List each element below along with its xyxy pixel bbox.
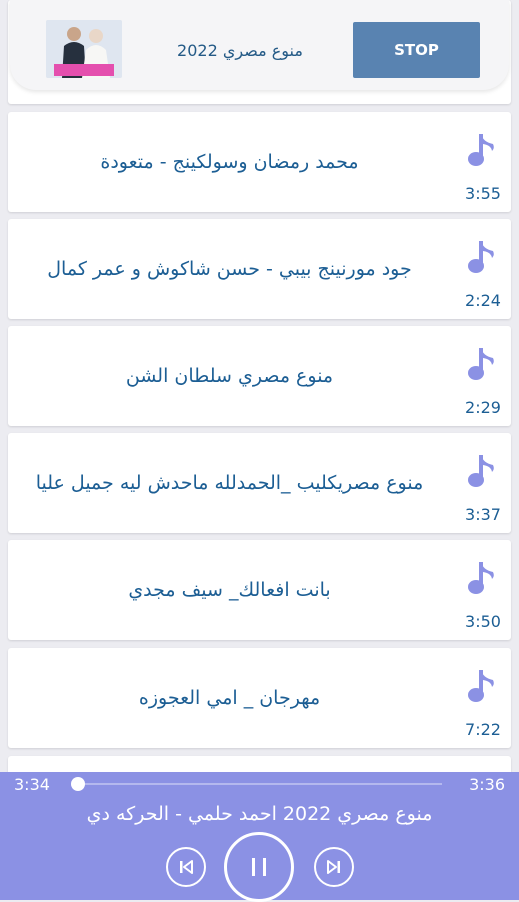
album-thumbnail[interactable]	[46, 20, 122, 78]
skip-next-icon	[327, 860, 340, 874]
music-note-icon	[468, 670, 494, 702]
player-panel: 3:34 3:36 منوع مصري 2022 احمد حلمي - الح…	[0, 772, 519, 902]
now-playing-header: منوع مصري 2022 STOP	[10, 0, 509, 90]
track-list: محمد رمضان وسولكينج - متعودة 3:55 جود مو…	[0, 0, 519, 772]
music-note-icon	[468, 241, 494, 273]
next-button[interactable]	[314, 847, 354, 887]
track-duration: 2:29	[465, 398, 501, 417]
track-title: محمد رمضان وسولكينج - متعودة	[100, 151, 359, 173]
track-card[interactable]: بانت افعالك_ سيف مجدي 3:50	[8, 540, 511, 640]
music-note-icon	[468, 562, 494, 594]
music-note-icon	[468, 455, 494, 487]
track-card[interactable]: محمد رمضان وسولكينج - متعودة 3:55	[8, 112, 511, 212]
track-title: منوع مصري سلطان الشن	[125, 365, 334, 387]
track-card[interactable]: مهرجان _ امي العجوزه 7:22	[8, 648, 511, 748]
music-note-icon	[468, 134, 494, 166]
track-duration: 2:24	[465, 291, 501, 310]
seek-bar-thumb[interactable]	[71, 777, 85, 791]
total-time: 3:36	[469, 775, 505, 794]
track-duration: 7:22	[465, 720, 501, 739]
seek-bar[interactable]	[71, 777, 442, 791]
track-card[interactable]: منوع مصري سلطان الشن 2:29	[8, 326, 511, 426]
track-title: جود مورنينج بيبي - حسن شاكوش و عمر كمال	[47, 258, 412, 280]
track-title: بانت افعالك_ سيف مجدي	[128, 579, 331, 601]
previous-button[interactable]	[166, 847, 206, 887]
skip-previous-icon	[180, 860, 193, 874]
track-title: مهرجان _ امي العجوزه	[138, 687, 321, 709]
track-card[interactable]: منوع مصريكليب _الحمدلله ماحدش ليه جميل ع…	[8, 433, 511, 533]
stop-button[interactable]: STOP	[353, 22, 480, 78]
track-title: منوع مصريكليب _الحمدلله ماحدش ليه جميل ع…	[35, 472, 424, 494]
now-playing-title: منوع مصري 2022 احمد حلمي - الحركه دي	[86, 803, 433, 825]
track-duration: 3:55	[465, 184, 501, 203]
pause-button[interactable]	[224, 832, 294, 902]
current-time: 3:34	[14, 775, 50, 794]
now-playing-bar-title: منوع مصري 2022	[177, 40, 303, 60]
track-card-partial[interactable]	[8, 756, 511, 772]
track-duration: 3:50	[465, 612, 501, 631]
track-card[interactable]: جود مورنينج بيبي - حسن شاكوش و عمر كمال …	[8, 219, 511, 319]
music-note-icon	[468, 348, 494, 380]
track-duration: 3:37	[465, 505, 501, 524]
pause-icon	[252, 858, 266, 876]
